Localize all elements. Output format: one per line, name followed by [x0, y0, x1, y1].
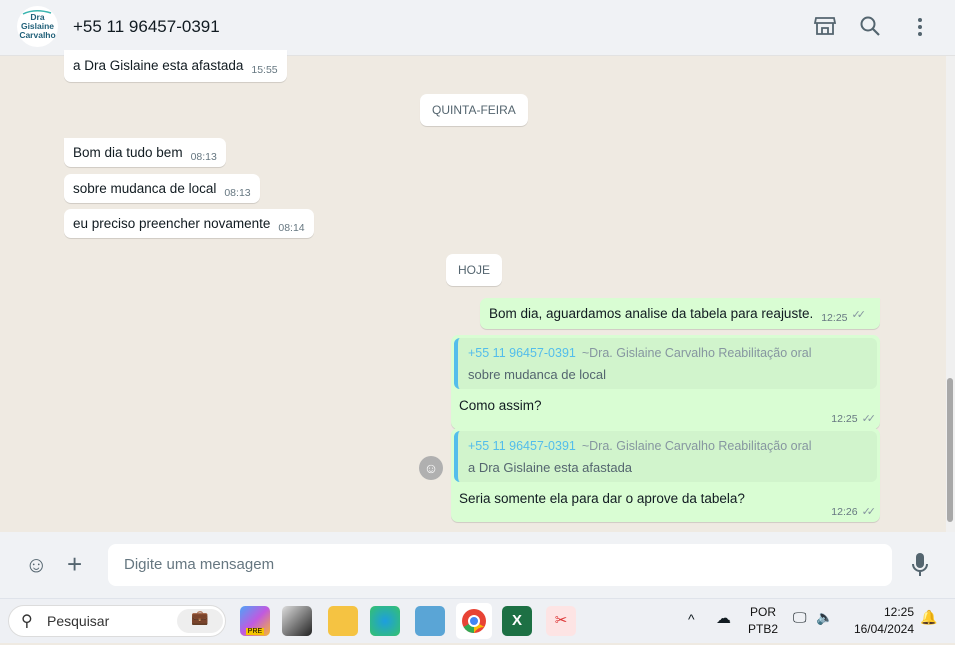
- quoted-message[interactable]: +55 11 96457-0391 ~Dra. Gislaine Carvalho…: [454, 431, 877, 482]
- message-text: Como assim?: [459, 398, 542, 413]
- date-divider: HOJE: [446, 254, 503, 286]
- microphone-icon[interactable]: [910, 552, 930, 583]
- menu-icon[interactable]: [907, 14, 933, 40]
- shop-icon[interactable]: [812, 14, 838, 40]
- taskbar: ⚲ Pesquisar 💼 PRE X ✂ ^ ☁ POR PTB2 🖵 🔈 12:2…: [0, 598, 955, 643]
- clock[interactable]: 12:25 16/04/2024: [848, 605, 914, 636]
- clock-time: 12:25: [883, 605, 914, 619]
- message-text: Bom dia, aguardamos analise da tabela pa…: [489, 306, 814, 321]
- search-icon: ⚲: [21, 613, 33, 630]
- quote-alias: ~Dra. Gislaine Carvalho Reabilitação ora…: [581, 439, 812, 453]
- chrome-icon[interactable]: [456, 603, 492, 639]
- volume-icon[interactable]: 🔈: [816, 609, 833, 626]
- double-check-icon: ✓✓: [861, 506, 877, 518]
- message-text: a Dra Gislaine esta afastada: [73, 58, 244, 73]
- message-text: Seria somente ela para dar o aprove da t…: [459, 491, 745, 506]
- chat-header: Dra Gislaine Carvalho +55 11 96457-0391: [0, 0, 955, 56]
- message-incoming[interactable]: eu preciso preencher novamente 08:14: [64, 209, 314, 238]
- contact-name[interactable]: +55 11 96457-0391: [73, 17, 220, 37]
- avatar-logo-text: Dra Gislaine Carvalho: [19, 12, 56, 40]
- scrollbar[interactable]: [946, 56, 955, 532]
- plus-icon[interactable]: +: [67, 549, 82, 580]
- message-time: 12:26: [831, 506, 858, 518]
- taskbar-search[interactable]: ⚲ Pesquisar 💼: [8, 605, 226, 637]
- message-time: 12:25: [831, 413, 858, 425]
- message-text: Bom dia tudo bem: [73, 145, 183, 160]
- network-icon[interactable]: 🖵: [793, 609, 807, 626]
- message-time: 08:13: [224, 187, 251, 199]
- message-outgoing-reply[interactable]: +55 11 96457-0391 ~Dra. Gislaine Carvalho…: [451, 428, 880, 522]
- copilot-icon[interactable]: PRE: [240, 606, 270, 636]
- search-label: Pesquisar: [47, 613, 110, 629]
- message-outgoing-reply[interactable]: +55 11 96457-0391 ~Dra. Gislaine Carvalho…: [451, 335, 880, 429]
- cloud-offline-icon[interactable]: ☁: [716, 609, 731, 627]
- quoted-message[interactable]: +55 11 96457-0391 ~Dra. Gislaine Carvalho…: [454, 338, 877, 389]
- message-input[interactable]: Digite uma mensagem: [108, 544, 892, 586]
- file-explorer-icon[interactable]: [328, 606, 358, 636]
- clock-date: 16/04/2024: [853, 622, 914, 636]
- briefcase-icon: 💼: [177, 609, 223, 633]
- message-text: sobre mudanca de local: [73, 181, 217, 196]
- message-list: a Dra Gislaine esta afastada 15:55 QUINTA…: [0, 50, 946, 532]
- message-outgoing[interactable]: Bom dia, aguardamos analise da tabela pa…: [480, 298, 880, 329]
- quote-text: sobre mudanca de local: [468, 367, 607, 382]
- avatar[interactable]: Dra Gislaine Carvalho: [17, 6, 58, 47]
- reaction-emoji-icon[interactable]: ☺: [419, 456, 443, 480]
- message-incoming[interactable]: Bom dia tudo bem 08:13: [64, 138, 226, 167]
- quote-sender: +55 11 96457-0391: [468, 346, 576, 360]
- keyboard-layout: PTB2: [748, 622, 779, 636]
- notepad-icon[interactable]: [415, 606, 445, 636]
- scrollbar-thumb[interactable]: [947, 378, 953, 522]
- composer: ☺ + Digite uma mensagem: [0, 532, 955, 598]
- chevron-up-icon[interactable]: ^: [688, 611, 695, 627]
- double-check-icon: ✓✓: [861, 413, 877, 425]
- double-check-icon: ✓✓: [851, 309, 867, 321]
- message-incoming[interactable]: sobre mudanca de local 08:13: [64, 174, 260, 203]
- quote-sender: +55 11 96457-0391: [468, 439, 576, 453]
- emoji-icon[interactable]: ☺: [25, 552, 47, 578]
- message-text: eu preciso preencher novamente: [73, 216, 271, 231]
- quote-alias: ~Dra. Gislaine Carvalho Reabilitação ora…: [581, 346, 812, 360]
- snipping-tool-icon[interactable]: ✂: [546, 606, 576, 636]
- excel-icon[interactable]: X: [502, 606, 532, 636]
- language: POR: [750, 605, 777, 619]
- message-incoming[interactable]: a Dra Gislaine esta afastada 15:55: [64, 50, 287, 82]
- message-time: 08:13: [190, 151, 217, 163]
- task-view-icon[interactable]: [282, 606, 312, 636]
- edge-icon[interactable]: [370, 606, 400, 636]
- search-icon[interactable]: [857, 14, 883, 40]
- message-time: 15:55: [251, 64, 278, 76]
- preview-badge: PRE: [245, 628, 265, 635]
- quote-text: a Dra Gislaine esta afastada: [468, 460, 633, 475]
- message-time: 08:14: [278, 222, 305, 234]
- date-divider: QUINTA-FEIRA: [420, 94, 528, 126]
- message-time: 12:25: [821, 312, 848, 324]
- language-indicator[interactable]: POR PTB2: [748, 605, 778, 636]
- notification-bell-icon[interactable]: 🔔: [920, 609, 937, 626]
